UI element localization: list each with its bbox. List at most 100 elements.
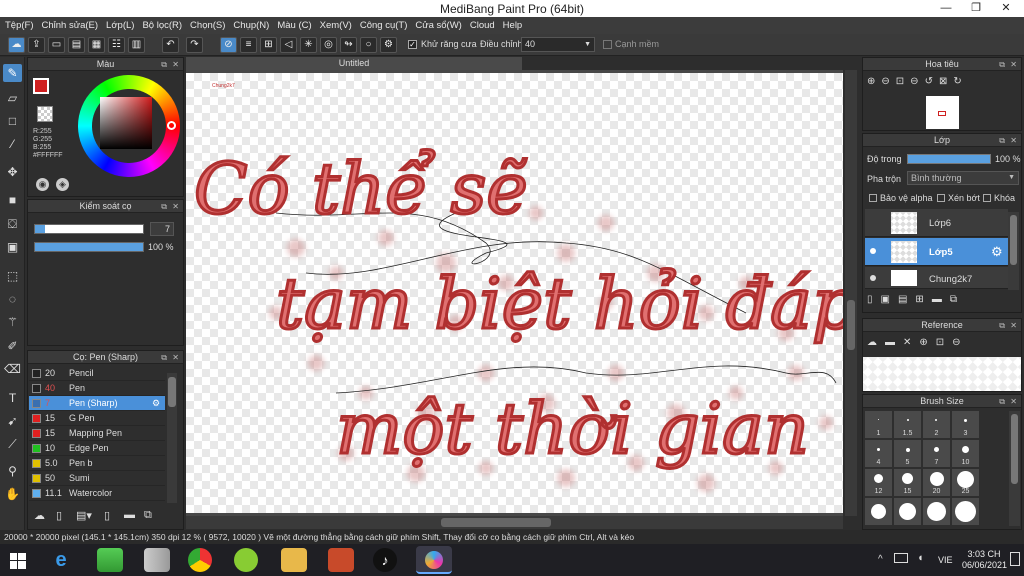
- merge-layer-icon[interactable]: ⧉: [950, 294, 965, 305]
- settings-icon[interactable]: ⚙: [380, 37, 397, 53]
- gear-icon[interactable]: ⚙: [991, 244, 1003, 260]
- brush-item-pen[interactable]: 40 Pen: [29, 381, 165, 396]
- hand-tool-icon[interactable]: ✋: [3, 485, 22, 503]
- canvas-vertical-scrollbar[interactable]: [845, 70, 857, 516]
- gear-icon[interactable]: ⚙: [152, 396, 160, 411]
- brush-size-cell[interactable]: 25: [952, 469, 979, 496]
- brush-size-cell[interactable]: 1.5: [894, 411, 921, 438]
- folder-icon[interactable]: ▬: [124, 509, 135, 521]
- tiktok-icon[interactable]: ♪: [373, 548, 397, 572]
- hue-wheel[interactable]: [78, 75, 180, 177]
- rotate-right-icon[interactable]: ↻: [953, 76, 967, 87]
- language-indicator[interactable]: VIE: [938, 555, 953, 565]
- navigator-preview[interactable]: [926, 96, 959, 129]
- brush-menu-icon[interactable]: ▤▾: [76, 509, 92, 522]
- brush-size-cell[interactable]: [865, 498, 892, 525]
- brush-size-cell[interactable]: 12: [865, 469, 892, 496]
- close-icon[interactable]: ✕: [172, 200, 179, 213]
- brush-size-cell[interactable]: 2: [923, 411, 950, 438]
- share-icon[interactable]: ⇪: [28, 37, 45, 53]
- reset-icon[interactable]: ⊠: [939, 76, 953, 87]
- float-icon[interactable]: ⧉: [999, 134, 1005, 147]
- float-icon[interactable]: ⧉: [161, 200, 167, 213]
- layer-opacity-slider[interactable]: [907, 154, 991, 164]
- brush-size-cell[interactable]: 7: [923, 440, 950, 467]
- brush-size-cell[interactable]: 10: [952, 440, 979, 467]
- select-pen-tool-icon[interactable]: ✐: [3, 337, 22, 355]
- new-halftone-layer-icon[interactable]: ▣: [881, 294, 898, 305]
- maximize-button[interactable]: ❐: [962, 0, 990, 17]
- brush-item-mapping-pen[interactable]: 15 Mapping Pen: [29, 426, 165, 441]
- folder-icon[interactable]: ▬: [932, 294, 950, 305]
- open-folder-icon[interactable]: ▬: [885, 337, 903, 348]
- copy-layer-icon[interactable]: ▤: [898, 294, 915, 305]
- brush-list-scrollbar[interactable]: [167, 373, 177, 503]
- windows-start-icon[interactable]: [10, 553, 26, 569]
- canvas-tab[interactable]: Untitled: [186, 57, 522, 70]
- menu-select[interactable]: Chọn(S): [190, 17, 233, 34]
- brush-size-cell[interactable]: [923, 498, 950, 525]
- brush-size-cell[interactable]: 5: [894, 440, 921, 467]
- layer-item-5[interactable]: Lớp5 ⚙: [865, 238, 1008, 266]
- float-icon[interactable]: ⧉: [999, 319, 1005, 332]
- menu-cloud[interactable]: Cloud: [470, 17, 503, 34]
- move-tool-icon[interactable]: ✥: [3, 163, 22, 181]
- new-layer-icon[interactable]: ▯: [867, 294, 881, 305]
- menu-help[interactable]: Help: [503, 17, 531, 34]
- float-icon[interactable]: ⧉: [999, 395, 1005, 408]
- cloud-upload-icon[interactable]: ☁: [867, 337, 885, 348]
- menu-layer[interactable]: Lớp(L): [106, 17, 142, 34]
- file-explorer-icon[interactable]: [281, 548, 307, 572]
- battery-icon[interactable]: [894, 553, 908, 563]
- protect-alpha-checkbox[interactable]: [869, 194, 877, 202]
- saturation-value-square[interactable]: [100, 97, 152, 149]
- blend-select[interactable]: Bình thường ▼: [907, 171, 1019, 185]
- cloud-icon[interactable]: ☁: [8, 37, 25, 53]
- float-icon[interactable]: ⧉: [161, 58, 167, 71]
- shape-fill-tool-icon[interactable]: ■: [3, 191, 22, 209]
- medibang-taskbar-icon[interactable]: [416, 546, 452, 574]
- float-icon[interactable]: ⧉: [999, 58, 1005, 71]
- notification-icon[interactable]: [1010, 552, 1020, 566]
- tools-icon[interactable]: [144, 548, 170, 572]
- ellipse-snap-icon[interactable]: ○: [360, 37, 377, 53]
- brush-opacity-slider[interactable]: [34, 242, 144, 252]
- menu-color[interactable]: Màu (C): [277, 17, 319, 34]
- close-button[interactable]: ✕: [992, 0, 1020, 17]
- menu-tools[interactable]: Công cụ(T): [360, 17, 416, 34]
- clipping-checkbox[interactable]: [937, 194, 945, 202]
- bucket-tool-icon[interactable]: ⛋: [3, 215, 22, 233]
- menu-file[interactable]: Tệp(F): [5, 17, 42, 34]
- zoom-out-icon[interactable]: ⊖: [952, 337, 968, 348]
- close-icon[interactable]: ✕: [172, 351, 179, 364]
- add-layer-menu-icon[interactable]: ⊞: [915, 294, 931, 305]
- brush-size-cell[interactable]: 20: [923, 469, 950, 496]
- eraser-tool-icon[interactable]: ▱: [3, 89, 22, 107]
- chat-icon[interactable]: ▭: [48, 37, 65, 53]
- menu-view[interactable]: Xem(V): [320, 17, 360, 34]
- parallel-snap-icon[interactable]: ≡: [240, 37, 257, 53]
- reference-canvas[interactable]: [863, 357, 1021, 391]
- primary-color-swatch[interactable]: [33, 78, 49, 94]
- dot-tool-icon[interactable]: □: [3, 112, 22, 130]
- secondary-color-swatch[interactable]: [37, 106, 53, 122]
- blur-tool-icon[interactable]: ⁄: [3, 135, 22, 153]
- zoom-in-icon[interactable]: ⊕: [867, 76, 881, 87]
- divide-tool-icon[interactable]: ⟋: [3, 435, 22, 453]
- brush-tool-icon[interactable]: ✎: [3, 64, 22, 82]
- radial-snap-icon[interactable]: ✳: [300, 37, 317, 53]
- visibility-icon[interactable]: [870, 275, 876, 281]
- antialias-checkbox[interactable]: ✓: [408, 40, 417, 49]
- powerpoint-icon[interactable]: [328, 548, 354, 572]
- brush-size-cell[interactable]: 4: [865, 440, 892, 467]
- brush-item-pencil[interactable]: 20 Pencil: [29, 366, 165, 381]
- eyedropper-tool-icon[interactable]: ⚲: [3, 462, 22, 480]
- text-tool-icon[interactable]: T: [3, 389, 22, 407]
- lasso-tool-icon[interactable]: ◌: [3, 290, 22, 308]
- brush-size-cell[interactable]: 1: [865, 411, 892, 438]
- gradient-tool-icon[interactable]: ▣: [3, 238, 22, 256]
- color-settings-icon[interactable]: ◈: [56, 178, 69, 191]
- app-icon[interactable]: [234, 548, 258, 572]
- brush-size-scrollbar[interactable]: [1009, 411, 1020, 526]
- select-tool-icon[interactable]: ⬚: [3, 267, 22, 285]
